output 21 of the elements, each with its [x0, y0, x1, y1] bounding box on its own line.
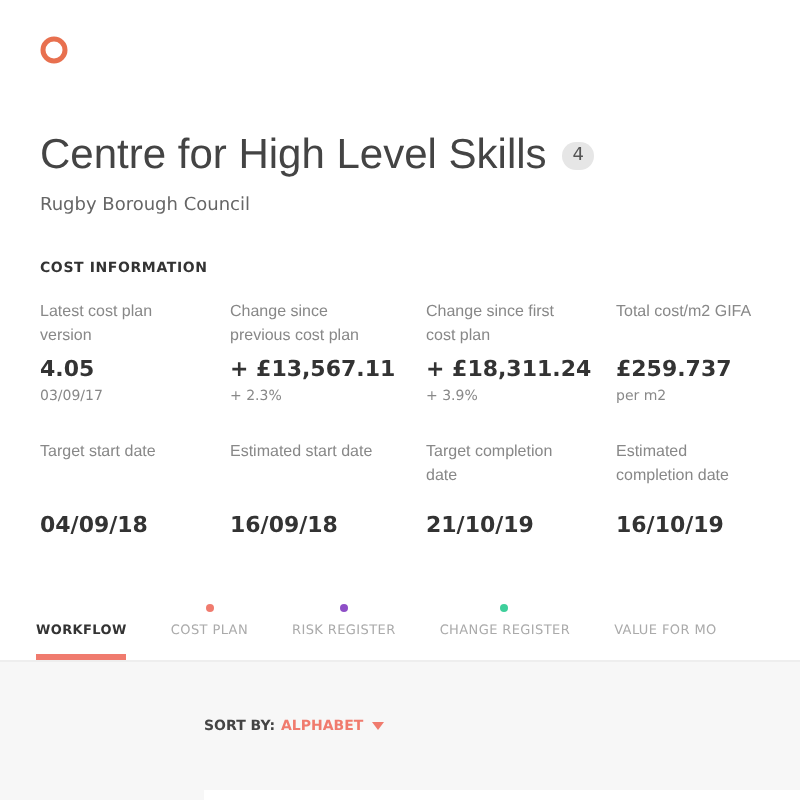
metric-label: Estimated completion date — [616, 440, 731, 488]
metric-value: + £18,311.24 — [426, 356, 594, 382]
metric-label: Change since first cost plan — [426, 300, 557, 348]
metric-value: 16/09/18 — [230, 512, 340, 538]
metric-label: Target start date — [40, 440, 158, 464]
metric-label: Target completion date — [426, 440, 555, 488]
caret-icon — [371, 722, 384, 730]
metric-value: + £13,567.11 — [230, 356, 398, 382]
metric-value: 04/09/18 — [40, 512, 150, 538]
logo-icon — [40, 36, 68, 64]
metric-label: Estimated start date — [230, 440, 374, 464]
metric-label: Latest cost plan version — [40, 300, 155, 348]
metric-label: Change since previous cost plan — [230, 300, 361, 348]
metric-label: Total cost/m2 GIFA — [616, 300, 754, 324]
metric-value: 16/10/19 — [616, 512, 726, 538]
metric-value: 4.05 — [40, 356, 97, 382]
metric-value: 21/10/19 — [426, 512, 536, 538]
client-name: Rugby Borough Council — [40, 196, 252, 216]
metric-value: £259.737 — [616, 356, 734, 382]
project-title: Centre for High Level Skills — [40, 132, 547, 180]
count-badge: 4 — [562, 142, 595, 170]
